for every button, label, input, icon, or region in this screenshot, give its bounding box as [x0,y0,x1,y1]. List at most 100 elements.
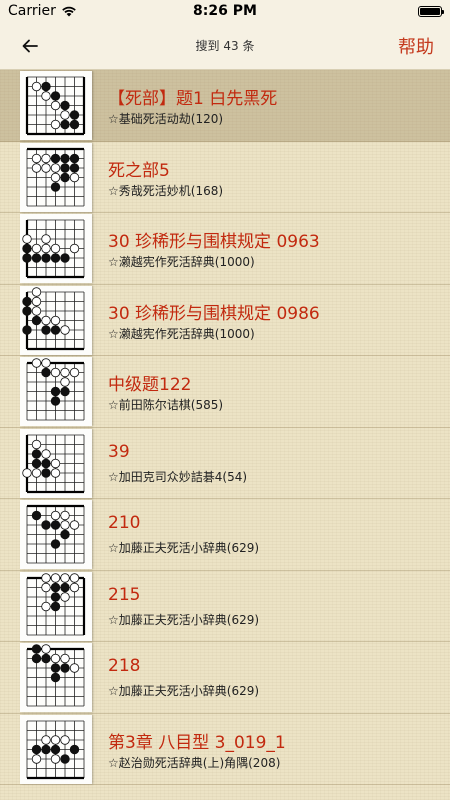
black-stone [50,582,61,592]
problem-source: ☆加藤正夫死活小辞典(629) [108,612,260,627]
black-stone [31,253,42,263]
black-stone [41,744,51,754]
list-item[interactable]: 39 ☆加田克司众妙詰碁4(54) [0,428,450,499]
white-stone [41,448,51,459]
black-stone [69,110,80,120]
problem-title: 39 [108,441,130,462]
black-stone [31,653,42,664]
black-stone [50,663,61,673]
list-item[interactable]: 215 ☆加藤正夫死活小辞典(629) [0,571,450,642]
list-item[interactable]: 【死部】题1 白先黑死 ☆基础死活动劫(120) [0,70,450,142]
help-button[interactable]: 帮助 [398,33,434,59]
problem-source: ☆濑越宪作死活辞典(1000) [108,255,255,269]
white-stone [50,467,61,478]
go-board-icon [20,571,92,641]
black-stone [69,162,80,173]
board-thumbnail [20,71,92,140]
list-item[interactable]: 中级题122 ☆前田陈尔诘棋(585) [0,356,450,428]
battery-icon [418,5,444,17]
white-stone [41,582,51,592]
board-thumbnail [20,214,92,283]
white-stone [41,734,51,745]
black-stone [31,644,42,654]
white-stone [60,110,70,120]
black-stone [31,458,42,468]
white-stone [41,601,51,611]
wifi-icon [62,6,76,17]
black-stone [50,396,61,406]
white-stone [60,572,70,583]
white-stone [50,510,61,521]
back-button[interactable] [14,32,46,60]
black-stone [41,324,51,335]
go-board-icon [20,142,92,212]
black-stone [60,753,70,764]
white-stone [50,162,61,173]
white-stone [50,119,61,130]
white-stone [41,234,51,244]
list-item[interactable]: 210 ☆加藤正夫死活小辞典(629) [0,499,450,571]
list-item[interactable]: 死之部5 ☆秀哉死活妙机(168) [0,142,450,213]
list-item[interactable]: 218 ☆加藤正夫死活小辞典(629) [0,642,450,714]
problem-title: 【死部】题1 白先黑死 [108,89,278,109]
white-stone [69,367,80,378]
white-stone [50,100,61,111]
white-stone [41,572,51,583]
black-stone [22,324,32,335]
status-bar: Carrier 8:26 PM [0,0,450,22]
black-stone [60,529,70,540]
board-thumbnail [20,142,92,212]
problem-source: ☆基础死活动劫(120) [108,112,224,126]
problem-source: ☆加藤正夫死活小辞典(629) [108,541,260,555]
black-stone [60,582,70,592]
white-stone [60,510,70,521]
white-stone [41,243,51,254]
go-board-icon [20,285,92,355]
list-item[interactable]: 30 珍稀形与围棋规定 0986 ☆濑越宪作死活辞典(1000) [0,285,450,356]
black-stone [60,162,70,173]
navigation-bar: 搜到 43 条 帮助 [0,22,450,70]
white-stone [60,734,70,745]
white-stone [41,153,51,163]
problem-list[interactable]: 【死部】题1 白先黑死 ☆基础死活动劫(120) 死之部5 ☆秀哉死活妙机(168) 3… [0,70,450,800]
list-item[interactable]: 30 珍稀形与围棋规定 0963 ☆濑越宪作死活辞典(1000) [0,213,450,285]
black-stone [60,253,70,263]
white-stone [69,572,80,583]
white-stone [60,324,70,335]
white-stone [41,644,51,654]
black-stone [60,172,70,182]
problem-source: ☆秀哉死活妙机(168) [108,183,224,198]
black-stone [50,601,61,611]
problem-source: ☆赵治勋死活辞典(上)角隅(208) [108,755,281,770]
board-thumbnail [20,500,92,569]
white-stone [50,367,61,378]
black-stone [41,467,51,478]
white-stone [31,296,42,306]
white-stone [69,243,80,254]
black-stone [41,81,51,92]
white-stone [60,520,70,530]
problem-title: 215 [108,584,141,605]
board-thumbnail [20,428,92,498]
go-board-icon [20,428,92,498]
white-stone [50,734,61,745]
problem-title: 30 珍稀形与围棋规定 0963 [108,232,320,252]
arrow-left-icon [22,39,38,53]
white-stone [41,91,51,101]
problem-source: ☆加藤正夫死活小辞典(629) [108,684,260,698]
carrier-label: Carrier [8,3,56,19]
go-board-icon [20,71,92,140]
problem-title: 218 [108,656,141,676]
battery-fill [420,7,440,15]
list-item[interactable]: 第3章 八目型 3_019_1 ☆赵治勋死活辞典(上)角隅(208) [0,714,450,785]
board-thumbnail [20,643,92,712]
white-stone [50,572,61,583]
go-board-icon [20,643,92,712]
black-stone [60,100,70,111]
white-stone [50,315,61,325]
go-board-icon [20,357,92,426]
white-stone [50,172,61,182]
white-stone [41,162,51,173]
white-stone [69,172,80,182]
black-stone [50,744,61,754]
